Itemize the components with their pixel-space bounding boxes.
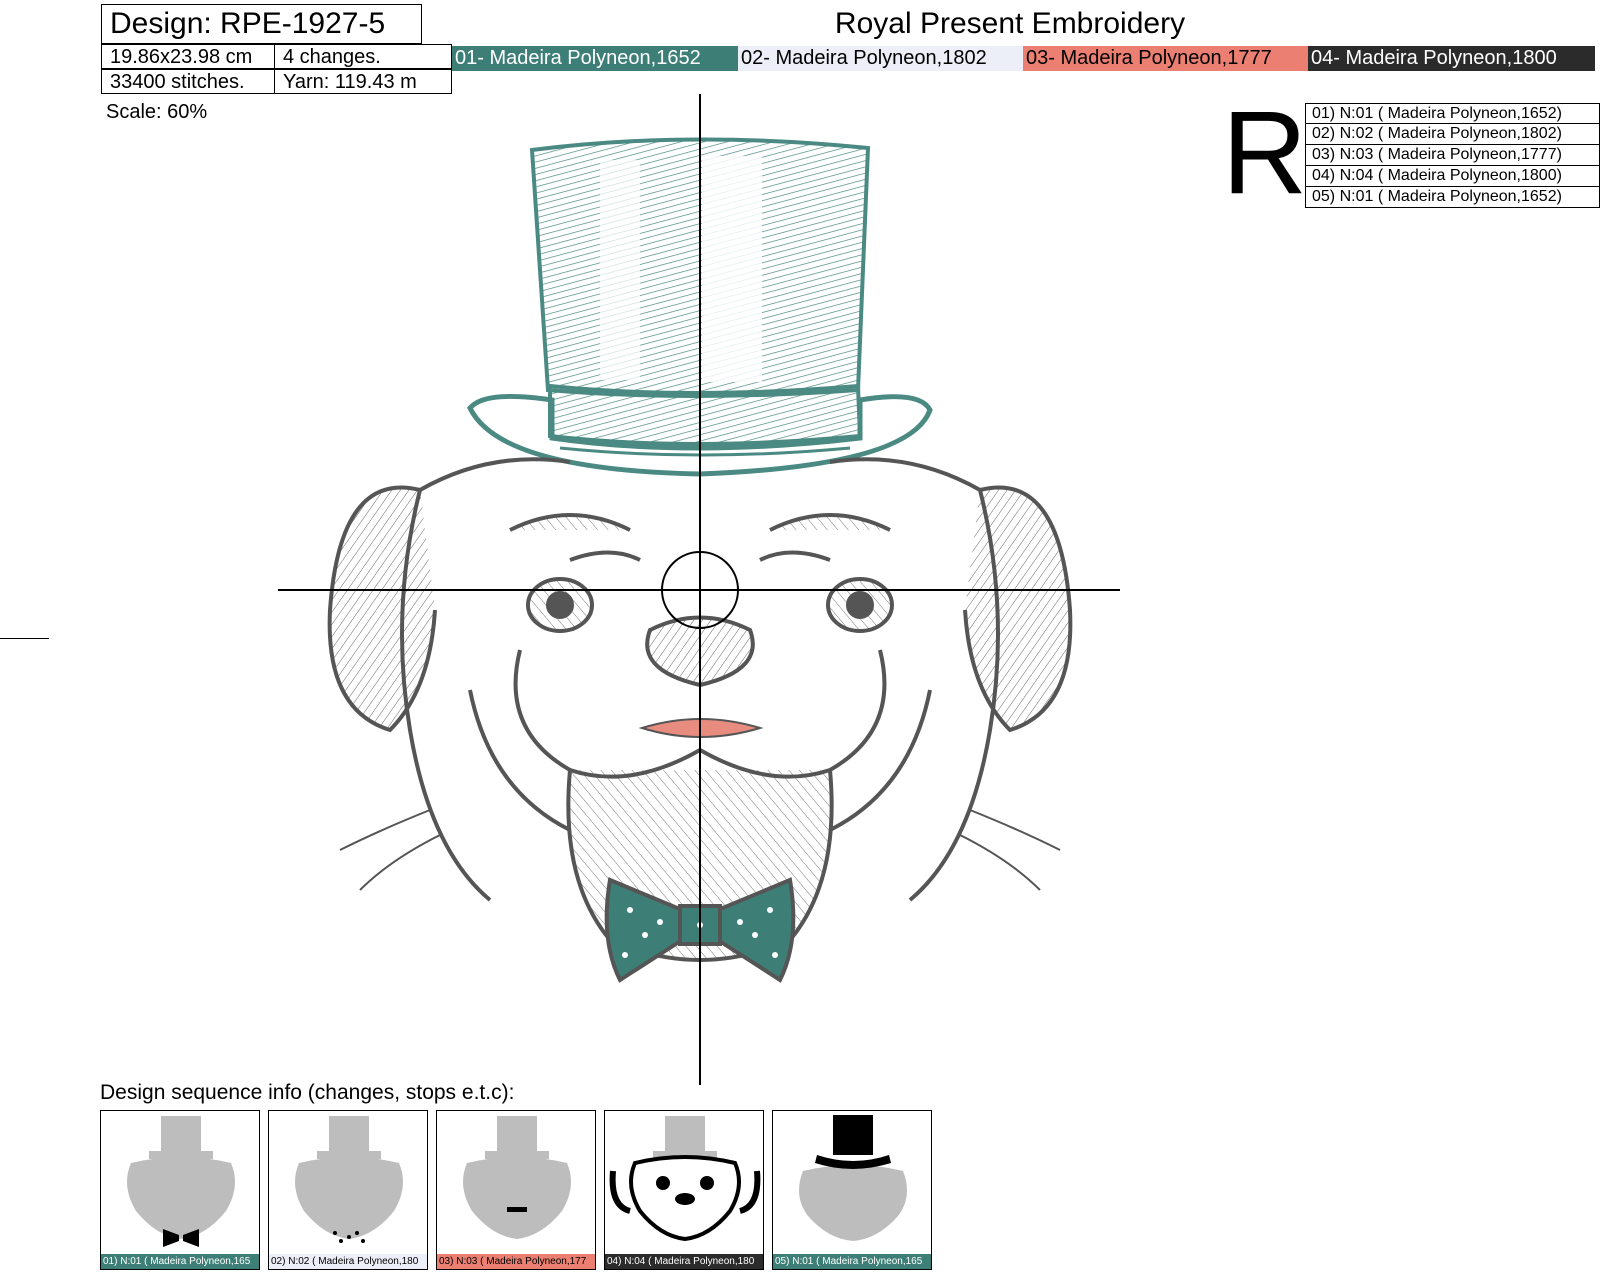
sequence-step-label: 03) N:03 ( Madeira Polyneon,177 <box>437 1254 595 1269</box>
sequence-step-label: 05) N:01 ( Madeira Polyneon,165 <box>773 1254 931 1269</box>
step-preview <box>463 1116 571 1239</box>
step-preview <box>127 1116 235 1247</box>
sequence-step-5: 05) N:01 ( Madeira Polyneon,165 <box>772 1110 932 1270</box>
design-size: 19.86x23.98 cm <box>101 44 275 69</box>
thread-color-03: 03- Madeira Polyneon,1777 <box>1023 46 1308 71</box>
sequence-step-label: 04) N:04 ( Madeira Polyneon,180 <box>605 1254 763 1269</box>
legend-row: 05) N:01 ( Madeira Polyneon,1652) <box>1305 187 1600 208</box>
embroidery-preview <box>278 94 1120 1085</box>
sequence-step-label: 02) N:02 ( Madeira Polyneon,180 <box>269 1254 427 1269</box>
sequence-title: Design sequence info (changes, stops e.t… <box>100 1081 515 1104</box>
sequence-step-4: 04) N:04 ( Madeira Polyneon,180 <box>604 1110 764 1270</box>
brand-title: Royal Present Embroidery <box>834 7 1186 40</box>
sequence-step-2: 02) N:02 ( Madeira Polyneon,180 <box>268 1110 428 1270</box>
thread-legend: 01) N:01 ( Madeira Polyneon,1652) 02) N:… <box>1305 103 1600 208</box>
sequence-step-1: 01) N:01 ( Madeira Polyneon,165 <box>100 1110 260 1270</box>
legend-row: 03) N:03 ( Madeira Polyneon,1777) <box>1305 145 1600 166</box>
legend-row: 04) N:04 ( Madeira Polyneon,1800) <box>1305 166 1600 187</box>
step-preview <box>609 1116 761 1242</box>
stitch-count: 33400 stitches. <box>101 69 275 94</box>
step-preview <box>295 1116 403 1243</box>
thread-color-04: 04- Madeira Polyneon,1800 <box>1308 46 1595 71</box>
scale-label: Scale: 60% <box>106 101 208 123</box>
step-preview <box>799 1115 907 1241</box>
sequence-step-label: 01) N:01 ( Madeira Polyneon,165 <box>101 1254 259 1269</box>
legend-row: 02) N:02 ( Madeira Polyneon,1802) <box>1305 124 1600 145</box>
margin-tick <box>0 638 49 639</box>
thread-color-01: 01- Madeira Polyneon,1652 <box>452 46 738 71</box>
color-changes-count: 4 changes. <box>274 44 452 69</box>
thread-color-02: 02- Madeira Polyneon,1802 <box>738 46 1023 71</box>
legend-row: 01) N:01 ( Madeira Polyneon,1652) <box>1305 103 1600 124</box>
sequence-step-3: 03) N:03 ( Madeira Polyneon,177 <box>436 1110 596 1270</box>
design-title: Design: RPE-1927-5 <box>101 4 422 44</box>
center-crosshair <box>278 94 1120 1085</box>
orientation-letter: R <box>1222 87 1308 219</box>
